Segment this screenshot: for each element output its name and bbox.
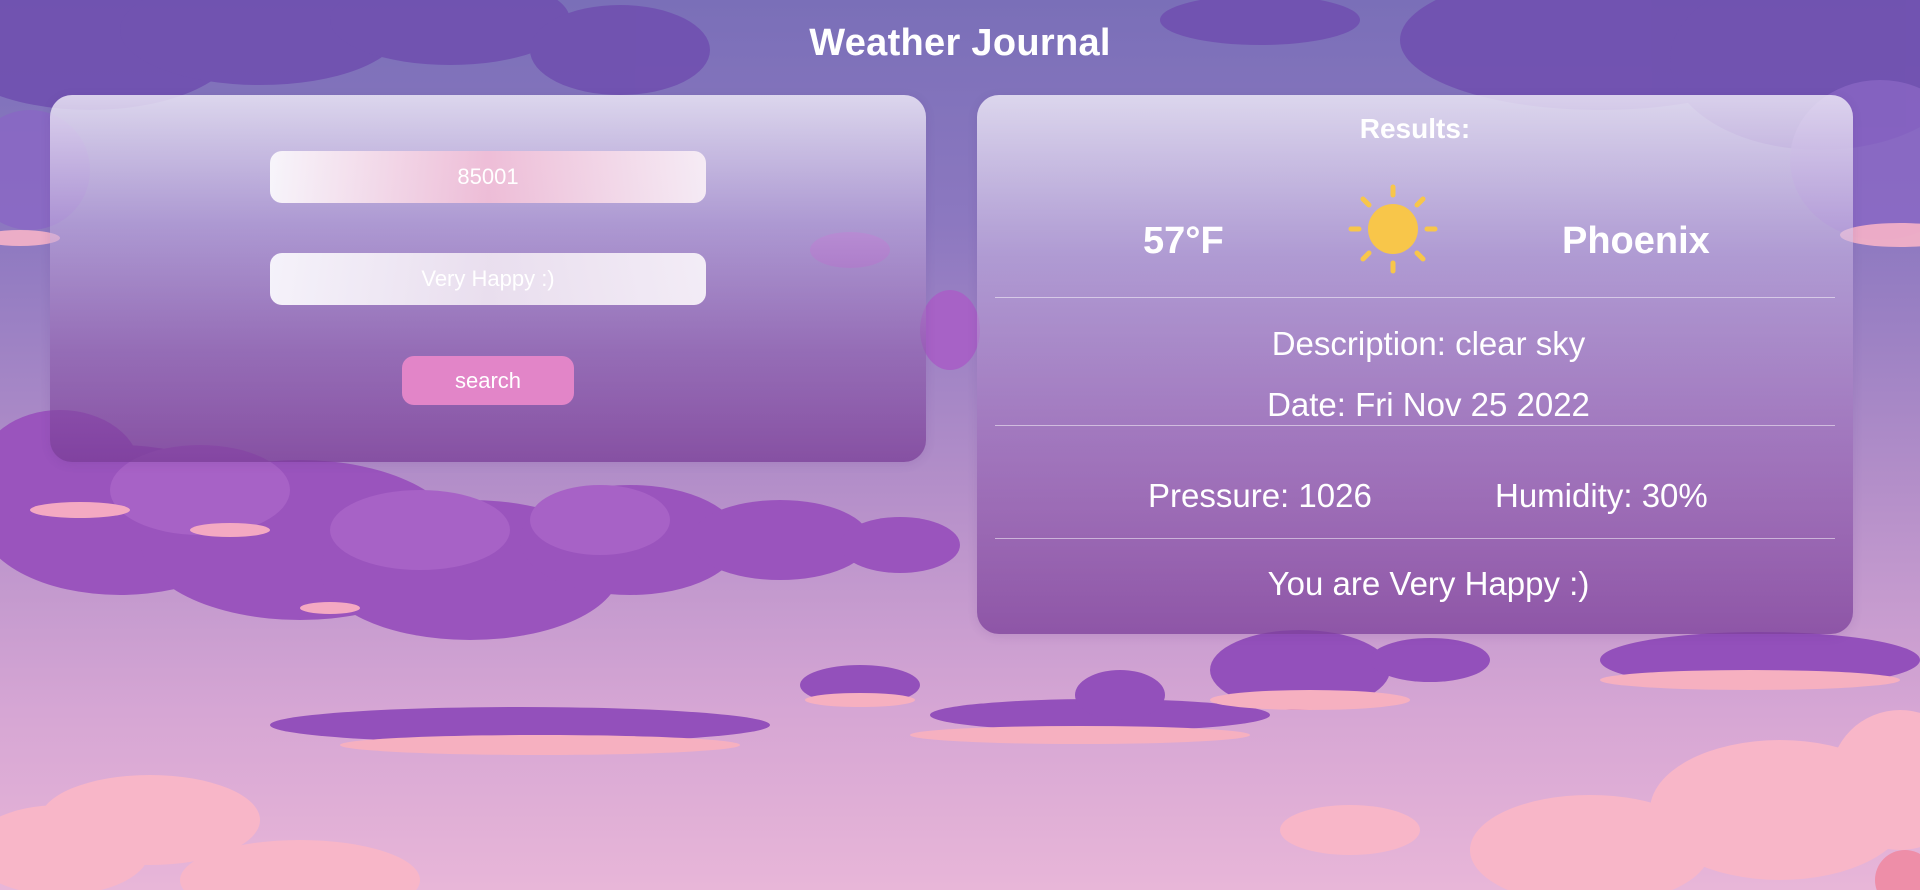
divider bbox=[995, 297, 1835, 298]
page-title: Weather Journal bbox=[809, 22, 1111, 64]
entry-form-panel: search bbox=[50, 95, 926, 462]
weather-date: Date: Fri Nov 25 2022 bbox=[1267, 386, 1590, 423]
results-panel: Results: 57°F Phoenix Description: clear… bbox=[977, 95, 1853, 634]
search-button[interactable]: search bbox=[402, 356, 574, 405]
weather-description: Description: clear sky bbox=[1271, 325, 1586, 362]
temperature-value: 57°F bbox=[1143, 220, 1224, 262]
divider bbox=[995, 538, 1835, 539]
sun-icon bbox=[1348, 184, 1438, 274]
feeling-message: You are Very Happy :) bbox=[1267, 565, 1590, 602]
results-title: Results: bbox=[1359, 113, 1471, 144]
feelings-input[interactable] bbox=[270, 253, 706, 305]
humidity-value: Humidity: 30% bbox=[1495, 477, 1708, 514]
divider bbox=[995, 425, 1835, 426]
zip-input[interactable] bbox=[270, 151, 706, 203]
pressure-value: Pressure: 1026 bbox=[1148, 477, 1372, 514]
city-name: Phoenix bbox=[1562, 220, 1710, 262]
